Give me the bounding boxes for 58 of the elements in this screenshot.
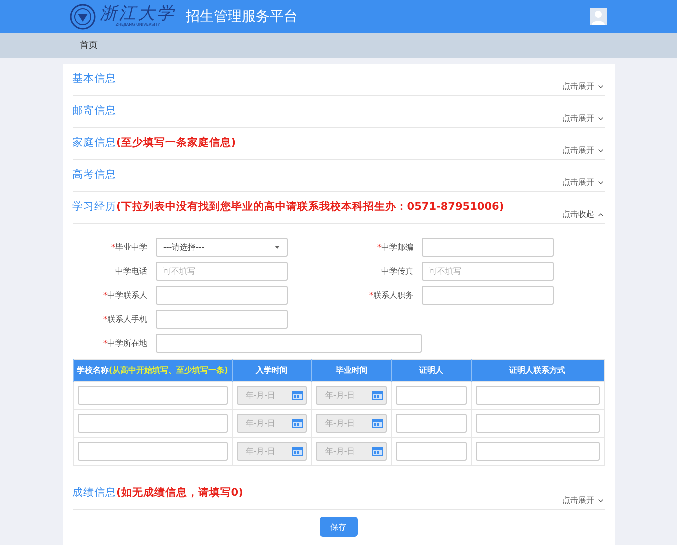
expand-toggle[interactable]: 点击展开	[562, 81, 604, 95]
expand-toggle[interactable]: 点击展开	[562, 113, 604, 127]
expand-toggle[interactable]: 点击展开	[562, 145, 604, 159]
input-field[interactable]	[396, 442, 467, 461]
input-field[interactable]	[78, 414, 228, 433]
calendar-icon[interactable]	[372, 447, 384, 456]
platform-title: 招生管理服务平台	[186, 8, 298, 26]
section-header[interactable]: 高考信息 点击展开	[72, 160, 604, 192]
column-header: 学校名称(从高中开始填写、至少填写一条)	[73, 360, 232, 382]
dropdown-caret-icon	[274, 246, 280, 249]
field-label: *中学联系人	[102, 290, 148, 301]
section-header[interactable]: 成绩信息(如无成绩信息，请填写0) 点击展开	[72, 478, 604, 510]
section-header[interactable]: 学习经历(下拉列表中没有找到您毕业的高中请联系我校本科招生办：0571-87951006) 点击收起	[72, 192, 604, 224]
field-label: *联系人手机	[102, 314, 148, 325]
calendar-icon[interactable]	[292, 391, 304, 400]
input-field[interactable]	[156, 286, 288, 305]
input-field[interactable]	[78, 442, 228, 461]
input-field[interactable]	[156, 310, 288, 329]
section-title: 学习经历(下拉列表中没有找到您毕业的高中请联系我校本科招生办：0571-87951006)	[72, 200, 504, 214]
section-title: 邮寄信息	[72, 104, 116, 118]
input-field[interactable]	[396, 386, 467, 405]
expand-toggle[interactable]: 点击展开	[562, 177, 604, 191]
section-title: 基本信息	[72, 72, 116, 86]
section-header[interactable]: 基本信息 点击展开	[72, 64, 604, 96]
expand-toggle[interactable]: 点击展开	[562, 495, 604, 509]
input-field[interactable]	[78, 386, 228, 405]
expand-toggle[interactable]: 点击收起	[562, 209, 604, 223]
field-label: *毕业中学	[110, 242, 148, 253]
calendar-icon[interactable]	[292, 419, 304, 428]
column-header: 证明人联系方式	[471, 360, 604, 382]
input-field[interactable]	[422, 286, 554, 305]
calendar-icon[interactable]	[372, 419, 384, 428]
field-label: *中学邮编	[376, 242, 414, 253]
column-header: 入学时间	[232, 360, 312, 382]
input-field[interactable]	[476, 442, 600, 461]
select-field[interactable]: ---请选择---	[156, 238, 288, 257]
section-title: 家庭信息(至少填写一条家庭信息)	[72, 136, 236, 150]
user-avatar-icon[interactable]	[590, 8, 607, 25]
field-label: 中学传真	[380, 266, 414, 277]
column-header: 毕业时间	[312, 360, 392, 382]
calendar-icon[interactable]	[292, 447, 304, 456]
input-field[interactable]	[156, 334, 422, 353]
breadcrumb-link[interactable]: 首页	[80, 39, 98, 52]
section-header[interactable]: 邮寄信息 点击展开	[72, 96, 604, 128]
input-field[interactable]	[476, 414, 600, 433]
input-field[interactable]	[396, 414, 467, 433]
field-label: 中学电话	[114, 266, 148, 277]
field-label: *联系人职务	[368, 290, 414, 301]
section-title: 成绩信息(如无成绩信息，请填写0)	[72, 486, 244, 500]
input-field[interactable]	[476, 386, 600, 405]
logo-text: 浙江大学	[100, 6, 176, 23]
field-label: *中学所在地	[102, 338, 148, 349]
input-field[interactable]	[422, 238, 554, 257]
university-emblem-icon	[70, 4, 96, 30]
section-header[interactable]: 家庭信息(至少填写一条家庭信息) 点击展开	[72, 128, 604, 160]
calendar-icon[interactable]	[372, 391, 384, 400]
column-header: 证明人	[392, 360, 472, 382]
section-title: 高考信息	[72, 168, 116, 182]
